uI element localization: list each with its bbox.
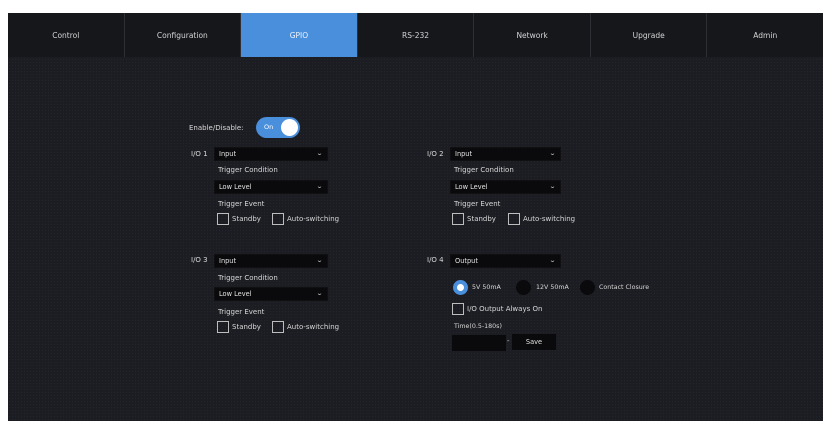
io1-mode-select[interactable]: Input ⌄ bbox=[214, 147, 328, 161]
io4-time-label: Time(0.5-180s) bbox=[454, 323, 502, 330]
app-window: Control Configuration GPIO RS-232 Networ… bbox=[8, 13, 823, 421]
io4-option-contact-closure-radio[interactable] bbox=[580, 280, 595, 295]
io3-standby-label: Standby bbox=[232, 323, 261, 331]
chevron-down-icon: ⌄ bbox=[548, 150, 557, 157]
save-button[interactable]: Save bbox=[512, 334, 556, 350]
io3-auto-switching-label: Auto-switching bbox=[287, 323, 340, 331]
chevron-down-icon: ⌄ bbox=[548, 183, 557, 190]
io4-option-12v-radio[interactable] bbox=[516, 280, 531, 295]
io1-trigger-event-label: Trigger Event bbox=[218, 200, 265, 208]
io4-time-input[interactable] bbox=[452, 335, 506, 351]
io2-standby-checkbox[interactable] bbox=[452, 213, 464, 225]
io2-mode-select[interactable]: Input ⌄ bbox=[450, 147, 561, 161]
io2-label: I/O 2 bbox=[427, 150, 444, 158]
io4-always-on-label: I/O Output Always On bbox=[467, 305, 543, 313]
chevron-down-icon: ⌄ bbox=[548, 257, 557, 264]
io1-mode-value: Input bbox=[219, 150, 237, 158]
chevron-down-icon: ⌄ bbox=[315, 257, 324, 264]
enable-disable-label: Enable/Disable: bbox=[189, 124, 244, 132]
tab-admin[interactable]: Admin bbox=[707, 13, 823, 57]
io4-always-on-checkbox[interactable] bbox=[452, 303, 464, 315]
io2-trigger-condition-value: Low Level bbox=[455, 183, 488, 191]
io4-option-contact-closure-label: Contact Closure bbox=[599, 284, 650, 291]
io2-trigger-condition-select[interactable]: Low Level ⌄ bbox=[450, 180, 561, 194]
io4-mode-select[interactable]: Output ⌄ bbox=[450, 254, 561, 268]
toggle-knob bbox=[281, 119, 298, 136]
tab-control[interactable]: Control bbox=[8, 13, 125, 57]
io4-label: I/O 4 bbox=[427, 256, 444, 264]
tab-upgrade[interactable]: Upgrade bbox=[591, 13, 708, 57]
io1-trigger-condition-label: Trigger Condition bbox=[218, 166, 278, 174]
io1-trigger-condition-select[interactable]: Low Level ⌄ bbox=[214, 180, 328, 194]
io3-auto-switching-checkbox[interactable] bbox=[272, 321, 284, 333]
tab-network[interactable]: Network bbox=[474, 13, 591, 57]
io1-trigger-condition-value: Low Level bbox=[219, 183, 252, 191]
tab-configuration[interactable]: Configuration bbox=[125, 13, 242, 57]
io2-auto-switching-checkbox[interactable] bbox=[508, 213, 520, 225]
io3-mode-select[interactable]: Input ⌄ bbox=[214, 254, 328, 268]
io1-label: I/O 1 bbox=[191, 150, 208, 158]
io1-auto-switching-label: Auto-switching bbox=[287, 215, 340, 223]
io2-trigger-event-label: Trigger Event bbox=[454, 200, 501, 208]
io3-trigger-condition-select[interactable]: Low Level ⌄ bbox=[214, 287, 328, 301]
tab-gpio[interactable]: GPIO bbox=[241, 13, 358, 57]
tab-rs232[interactable]: RS-232 bbox=[358, 13, 475, 57]
io3-standby-checkbox[interactable] bbox=[217, 321, 229, 333]
io1-standby-checkbox[interactable] bbox=[217, 213, 229, 225]
io2-trigger-condition-label: Trigger Condition bbox=[454, 166, 514, 174]
io2-standby-label: Standby bbox=[467, 215, 496, 223]
io3-trigger-condition-value: Low Level bbox=[219, 290, 252, 298]
chevron-down-icon: ⌄ bbox=[315, 150, 324, 157]
io3-label: I/O 3 bbox=[191, 256, 208, 264]
io4-mode-value: Output bbox=[455, 257, 478, 265]
io3-trigger-event-label: Trigger Event bbox=[218, 308, 265, 316]
time-separator: - bbox=[507, 337, 510, 345]
nav-tabs: Control Configuration GPIO RS-232 Networ… bbox=[8, 13, 823, 57]
io1-auto-switching-checkbox[interactable] bbox=[272, 213, 284, 225]
io2-mode-value: Input bbox=[455, 150, 473, 158]
io4-option-5v-label: 5V 50mA bbox=[472, 284, 501, 291]
enable-toggle[interactable]: On bbox=[256, 117, 300, 138]
io4-option-12v-label: 12V 50mA bbox=[536, 284, 569, 291]
io2-auto-switching-label: Auto-switching bbox=[523, 215, 576, 223]
toggle-state-text: On bbox=[264, 123, 274, 131]
chevron-down-icon: ⌄ bbox=[315, 290, 324, 297]
io3-trigger-condition-label: Trigger Condition bbox=[218, 274, 278, 282]
chevron-down-icon: ⌄ bbox=[315, 183, 324, 190]
io4-option-5v-radio[interactable] bbox=[453, 280, 468, 295]
io3-mode-value: Input bbox=[219, 257, 237, 265]
io1-standby-label: Standby bbox=[232, 215, 261, 223]
